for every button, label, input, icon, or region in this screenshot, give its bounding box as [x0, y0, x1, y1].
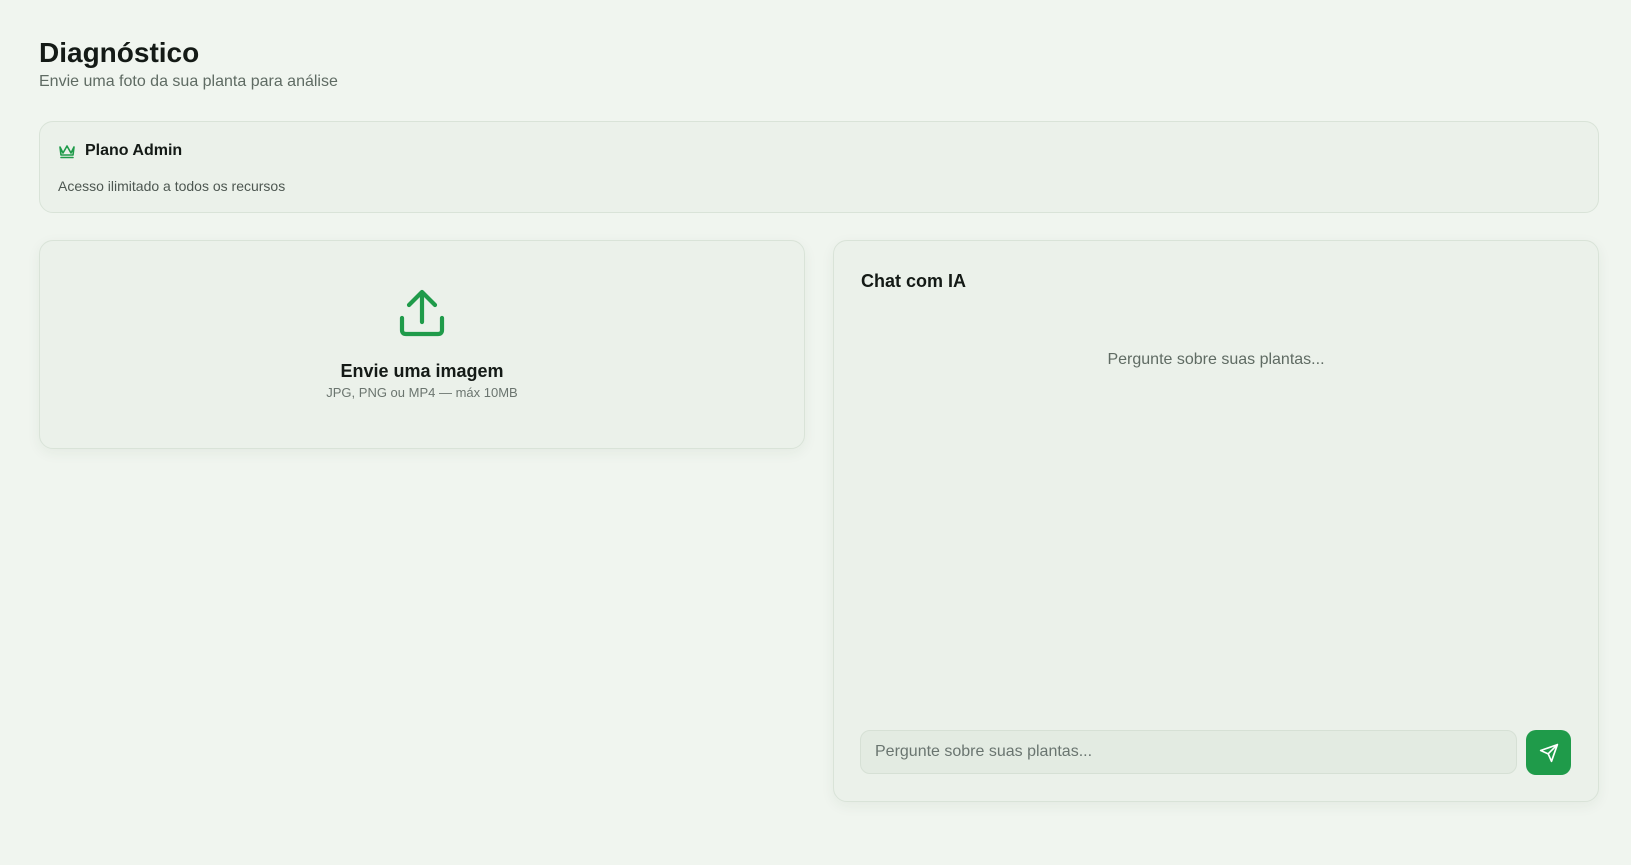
chat-panel: Chat com IA Pergunte sobre suas plantas.…: [833, 240, 1599, 802]
upload-hint: JPG, PNG ou MP4 — máx 10MB: [326, 385, 518, 400]
chat-input[interactable]: [860, 730, 1517, 774]
upload-icon: [398, 288, 446, 343]
chat-title: Chat com IA: [861, 271, 967, 291]
upload-title: Envie uma imagem: [340, 361, 504, 381]
send-icon: [1539, 743, 1559, 763]
plan-header: Plano Admin: [58, 142, 182, 160]
plan-title: Plano Admin: [85, 142, 183, 159]
image-upload-dropzone[interactable]: Envie uma imagem JPG, PNG ou MP4 — máx 1…: [39, 240, 805, 449]
send-button[interactable]: [1526, 730, 1571, 775]
chat-empty-message: Pergunte sobre suas plantas...: [1107, 351, 1325, 368]
plan-card: Plano Admin Acesso ilimitado a todos os …: [39, 121, 1599, 213]
diagnostico-page: Diagnóstico Envie uma foto da sua planta…: [39, 0, 1599, 865]
page-title: Diagnóstico: [39, 37, 200, 68]
crown-icon: [58, 143, 76, 159]
page-subtitle: Envie uma foto da sua planta para anális…: [39, 73, 338, 90]
plan-description: Acesso ilimitado a todos os recursos: [58, 178, 286, 194]
